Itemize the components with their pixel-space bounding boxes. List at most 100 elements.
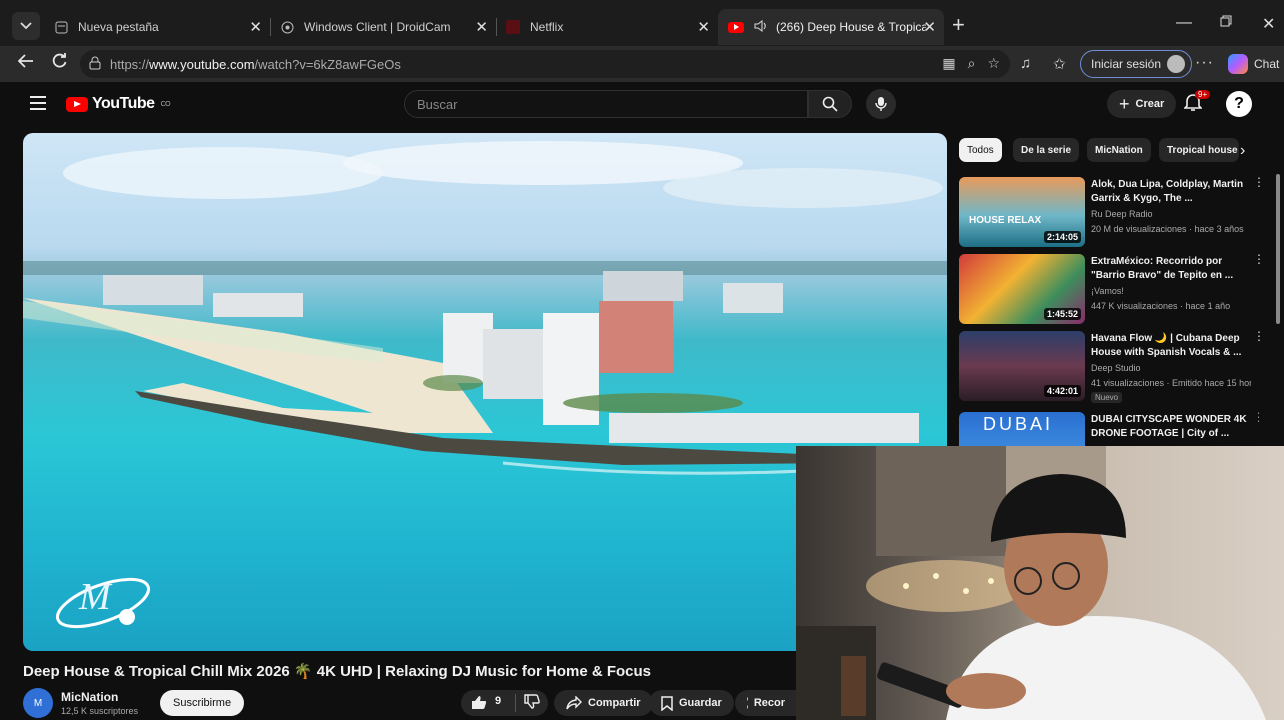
chat-label: Chat [1254, 57, 1280, 71]
video-duration: 4:42:01 [1043, 385, 1081, 397]
youtube-play-icon [66, 96, 88, 112]
dislike-button[interactable] [524, 694, 540, 714]
chip-tropical-house[interactable]: Tropical house [1159, 138, 1239, 162]
tab-label: Nueva pestaña [78, 20, 159, 34]
channel-owner[interactable]: M MicNation 12,5 K suscriptores [23, 686, 138, 720]
close-tab-icon[interactable]: ✕ [923, 18, 936, 36]
more-actions-icon[interactable]: ⋮ [1253, 412, 1259, 423]
chevron-down-icon [20, 22, 32, 30]
close-tab-icon[interactable]: ✕ [475, 18, 488, 36]
close-tab-icon[interactable]: ✕ [697, 18, 710, 36]
tab-actions-button[interactable] [12, 12, 40, 40]
share-icon [566, 696, 582, 710]
share-button[interactable]: Compartir [554, 690, 653, 716]
video-thumbnail[interactable]: HOUSE RELAX 2:14:05 [959, 177, 1085, 247]
recommendation-item[interactable]: HOUSE RELAX 2:14:05 Alok, Dua Lipa, Cold… [959, 176, 1265, 249]
tab-new-tab[interactable]: Nueva pestaña ✕ [44, 9, 270, 45]
sign-in-button[interactable]: Iniciar sesión [1080, 50, 1193, 78]
chip-all[interactable]: Todos [959, 138, 1002, 162]
country-code: CO [160, 100, 171, 108]
chevron-right-icon[interactable]: › [1240, 142, 1245, 160]
recommendation-stats: 447 K visualizaciones · hace 1 año [1091, 301, 1231, 311]
address-bar[interactable]: https:// www.youtube.com /watch?v=6kZ8aw… [80, 50, 1010, 78]
account-avatar[interactable]: ? [1226, 91, 1252, 117]
recommendation-stats: 20 M de visualizaciones · hace 3 años [1091, 224, 1244, 234]
recommendation-title[interactable]: ExtraMéxico: Recorrido por "Barrio Bravo… [1091, 255, 1249, 283]
video-thumbnail[interactable]: 4:42:01 [959, 331, 1085, 401]
channel-avatar[interactable]: M [23, 688, 53, 718]
video-thumbnail[interactable]: DUBAI [959, 412, 1085, 446]
tab-netflix[interactable]: Netflix ✕ [496, 9, 718, 45]
thumbnail-text: DUBAI [983, 414, 1054, 434]
minimize-icon[interactable]: — [1176, 14, 1192, 32]
notifications-button[interactable]: 9+ [1183, 90, 1211, 117]
more-actions-icon[interactable]: ⋮ [1253, 176, 1265, 188]
back-icon[interactable] [17, 53, 34, 73]
recommendation-channel[interactable]: Ru Deep Radio [1091, 209, 1153, 219]
search-button[interactable] [808, 90, 852, 118]
recommendation-title[interactable]: Havana Flow 🌙 | Cubana Deep House with S… [1091, 332, 1249, 360]
new-tab-button[interactable]: + [952, 14, 965, 36]
menu-icon[interactable] [30, 96, 46, 110]
tab-label: Netflix [530, 20, 564, 34]
recommendation-item[interactable]: 4:42:01 Havana Flow 🌙 | Cubana Deep Hous… [959, 330, 1265, 403]
channel-watermark-logo: M [53, 563, 153, 640]
save-button[interactable]: Guardar [649, 690, 734, 716]
tab-droidcam[interactable]: Windows Client | DroidCam ✕ [270, 9, 496, 45]
like-button[interactable]: 9 [471, 695, 501, 710]
search-icon [822, 96, 838, 112]
save-label: Guardar [679, 697, 722, 709]
zoom-icon[interactable]: ⌕ [968, 55, 976, 72]
voice-search-button[interactable] [866, 89, 896, 119]
video-title: Deep House & Tropical Chill Mix 2026 🌴 4… [23, 663, 652, 680]
thumbnail-text: HOUSE RELAX [969, 215, 1042, 226]
lock-icon[interactable] [88, 56, 106, 73]
browser-tab-strip: Nueva pestaña ✕ Windows Client | DroidCa… [0, 0, 1284, 46]
channel-name[interactable]: MicNation [61, 690, 138, 704]
more-options-icon[interactable]: ··· [1195, 54, 1214, 72]
speaker-icon[interactable] [754, 19, 768, 35]
restore-icon[interactable] [1220, 14, 1232, 32]
tab-youtube-active[interactable]: (266) Deep House & Tropical Chill Mix ✕ [718, 9, 944, 45]
subscribe-button[interactable]: Suscribirme [160, 690, 245, 716]
scrollbar[interactable] [1276, 174, 1280, 324]
recommendation-item[interactable]: 1:45:52 ExtraMéxico: Recorrido por "Barr… [959, 253, 1265, 326]
subscriber-count: 12,5 K suscriptores [61, 706, 139, 716]
app-available-icon[interactable]: ▦ [942, 55, 955, 72]
url-path: /watch?v=6kZ8awFGeOs [254, 56, 401, 72]
more-actions-icon[interactable]: ⋮ [1253, 253, 1265, 265]
like-count: 9 [495, 695, 502, 707]
filter-chips: Todos De la serie MicNation Tropical hou… [959, 138, 1259, 164]
youtube-logo[interactable]: YouTube CO [66, 95, 171, 113]
video-thumbnail[interactable]: 1:45:52 [959, 254, 1085, 324]
favorite-star-icon[interactable]: ☆ [987, 55, 1000, 72]
search-input[interactable]: Buscar [404, 90, 808, 118]
close-window-icon[interactable]: ✕ [1262, 14, 1275, 34]
url-scheme: https:// [110, 56, 150, 72]
reload-icon[interactable] [52, 53, 67, 73]
more-actions-icon[interactable]: ⋮ [1253, 330, 1265, 342]
clip-button[interactable]: Recor [735, 690, 797, 716]
browser-toolbar: https:// www.youtube.com /watch?v=6kZ8aw… [0, 46, 1284, 82]
webcam-overlay [796, 446, 1284, 720]
copilot-chat-button[interactable]: Chat [1228, 54, 1279, 74]
share-label: Compartir [588, 697, 641, 709]
favorites-icon[interactable]: ✩ [1053, 55, 1066, 73]
close-tab-icon[interactable]: ✕ [249, 18, 262, 36]
sign-in-label: Iniciar sesión [1091, 57, 1162, 71]
chip-series[interactable]: De la serie [1013, 138, 1080, 162]
recommendation-channel[interactable]: ¡Vamos! [1091, 286, 1124, 296]
tab-label: Windows Client | DroidCam [304, 20, 451, 34]
new-tab-icon [54, 20, 68, 34]
recommendation-item[interactable]: DUBAI DUBAI CITYSCAPE WONDER 4K DRONE FO… [959, 412, 1259, 446]
notification-count: 9+ [1195, 90, 1211, 99]
create-button[interactable]: + Crear [1107, 90, 1177, 118]
bookmark-icon [661, 695, 673, 711]
recommendation-title[interactable]: DUBAI CITYSCAPE WONDER 4K DRONE FOOTAGE … [1091, 413, 1249, 441]
extension-icon[interactable]: ♫ [1020, 55, 1031, 72]
recommendation-title[interactable]: Alok, Dua Lipa, Coldplay, Martin Garrix … [1091, 178, 1249, 206]
youtube-icon [728, 21, 744, 33]
chip-channel[interactable]: MicNation [1087, 138, 1151, 162]
like-dislike-group: 9 [461, 690, 548, 716]
recommendation-channel[interactable]: Deep Studio [1091, 363, 1141, 373]
